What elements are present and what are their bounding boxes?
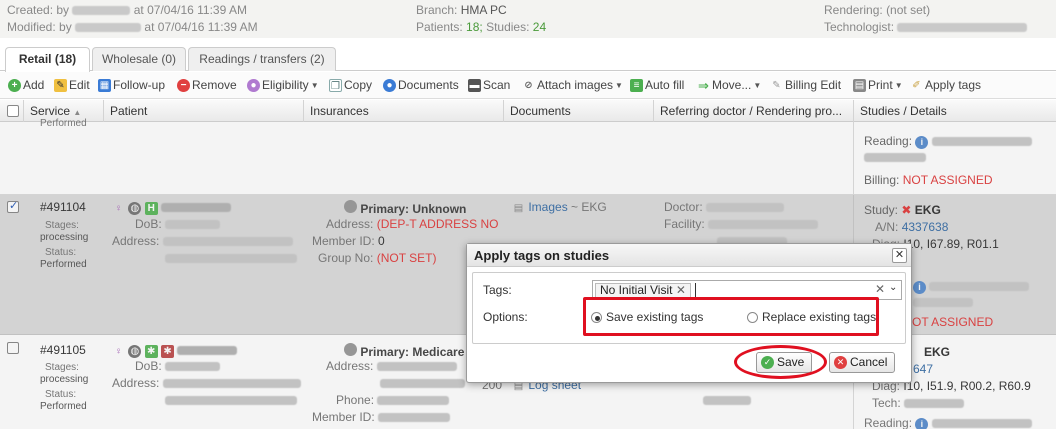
- toolbar: + Add ✎ Edit ▦ Follow-up − Remove ● Eligibili…: [0, 72, 1056, 99]
- modified-user-blurred: [75, 23, 142, 33]
- select-all-checkbox[interactable]: [7, 105, 19, 117]
- column-insurances[interactable]: Insurances: [303, 100, 503, 122]
- annotation-highlight-oval: [734, 345, 827, 379]
- person-icon: ●: [247, 78, 260, 92]
- edit-button[interactable]: ✎ Edit: [54, 78, 90, 92]
- copy-button[interactable]: ❐ Copy: [329, 78, 372, 92]
- grid-header: Service ▲ Patient Insurances Documents R…: [0, 100, 1056, 122]
- technologist-blurred: [897, 23, 1028, 33]
- cancel-icon: ✕: [834, 356, 847, 369]
- documents-icon: ●: [383, 78, 396, 92]
- plus-icon: +: [8, 78, 21, 92]
- column-studies-details[interactable]: Studies / Details: [853, 100, 1056, 122]
- add-button[interactable]: + Add: [8, 78, 44, 92]
- minus-icon: −: [177, 78, 190, 92]
- text-cursor: [695, 283, 696, 297]
- move-button[interactable]: ⇒ Move... ▼: [697, 78, 761, 92]
- pen-icon: ✎: [772, 79, 781, 91]
- eligibility-button[interactable]: ● Eligibility ▼: [247, 78, 319, 92]
- printer-icon: ▤: [853, 78, 866, 92]
- chevron-down-icon: ▼: [753, 80, 762, 90]
- patients-studies-info: Patients: 18; Studies: 24: [416, 20, 547, 34]
- tab-readings-transfers[interactable]: Readings / transfers (2): [188, 47, 336, 71]
- created-user-blurred: [72, 6, 131, 16]
- chevron-down-icon: ▼: [615, 80, 623, 90]
- print-button[interactable]: ▤ Print ▼: [853, 78, 903, 92]
- paperclip-icon: ⊘: [524, 79, 533, 91]
- apply-tags-button[interactable]: ✐ Apply tags: [910, 78, 981, 92]
- cancel-button[interactable]: ✕ Cancel: [829, 352, 896, 373]
- annotation-highlight-box: [583, 297, 879, 336]
- documents-button[interactable]: ● Documents: [383, 78, 459, 92]
- technologist-info: Technologist:: [824, 20, 1028, 34]
- record-info-header: Created: by at 07/04/16 11:39 AM Modifie…: [0, 0, 1056, 38]
- remove-tag-icon[interactable]: ✕: [676, 283, 686, 297]
- arrow-right-icon: ⇒: [698, 77, 709, 93]
- remove-button[interactable]: − Remove: [177, 78, 237, 92]
- followup-button[interactable]: ▦ Follow-up: [98, 78, 165, 92]
- modified-info: Modified: by at 07/04/16 11:39 AM: [7, 20, 258, 34]
- branch-info: Branch: HMA PC: [416, 3, 507, 17]
- scanner-icon: ▬: [468, 78, 481, 92]
- rendering-info: Rendering: (not set): [824, 3, 931, 17]
- autofill-icon: ≡: [630, 78, 643, 92]
- chevron-down-icon: ▼: [894, 80, 903, 90]
- chevron-down-icon: ▼: [310, 80, 319, 90]
- attach-images-button[interactable]: ⊘ Attach images ▼: [522, 78, 623, 92]
- column-referring-doctor[interactable]: Referring doctor / Rendering pro...: [653, 100, 853, 122]
- copy-icon: ❐: [329, 78, 342, 92]
- calendar-icon: ▦: [98, 78, 111, 92]
- tab-wholesale[interactable]: Wholesale (0): [92, 47, 186, 71]
- auto-fill-button[interactable]: ≡ Auto fill: [630, 78, 684, 92]
- tag-chip: No Initial Visit ✕: [595, 283, 691, 298]
- dialog-title: Apply tags on studies: [467, 244, 911, 267]
- tab-bar: Retail (18) Wholesale (0) Readings / tra…: [0, 38, 1056, 72]
- column-patient[interactable]: Patient: [103, 100, 303, 122]
- close-icon[interactable]: ✕: [892, 248, 907, 263]
- tag-icon: ✐: [912, 79, 921, 91]
- tab-retail[interactable]: Retail (18): [5, 47, 90, 72]
- scan-button[interactable]: ▬ Scan: [468, 78, 510, 92]
- billing-edit-button[interactable]: ✎ Billing Edit: [770, 78, 841, 92]
- pencil-icon: ✎: [54, 78, 67, 92]
- created-info: Created: by at 07/04/16 11:39 AM: [7, 3, 247, 17]
- sort-asc-icon: ▲: [73, 108, 82, 117]
- column-documents[interactable]: Documents: [503, 100, 653, 122]
- chevron-down-icon[interactable]: ⌄: [889, 282, 897, 293]
- clear-icon[interactable]: ✕: [875, 282, 885, 296]
